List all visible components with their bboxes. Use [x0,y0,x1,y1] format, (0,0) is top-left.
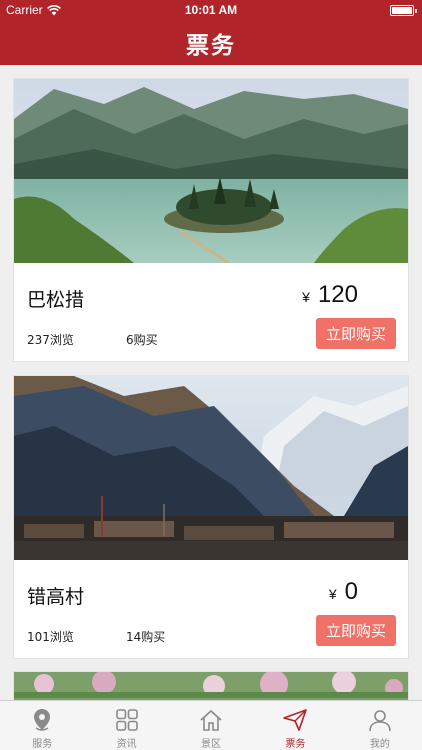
home-icon [200,709,222,731]
mountain-village-photo [14,376,408,560]
user-icon [369,710,391,732]
buy-now-button[interactable]: 立即购买 [316,615,396,646]
currency-symbol: ¥ [328,586,337,602]
tab-label: 票务 [285,739,306,750]
blossom-field-photo [14,672,408,700]
ticket-price: ¥ 0 [329,578,358,606]
tab-label: 服务 [32,739,53,750]
attraction-name: 巴松措 [27,289,85,311]
location-pin-icon [34,709,51,731]
page-title: 票务 [186,33,236,59]
ticket-price: ¥ 120 [302,281,358,309]
status-time: 10:01 AM [184,3,238,17]
paper-plane-icon [283,709,308,731]
top-bar: Carrier 10:01 AM 票务 [0,0,422,65]
currency-symbol: ¥ [302,289,310,305]
grid-icon [115,709,138,731]
price-amount: 120 [317,281,358,308]
purchase-count: 14购买 [126,630,166,644]
status-bar: Carrier 10:01 AM [0,0,422,22]
purchase-count: 6购买 [126,333,158,347]
price-amount: 0 [344,578,358,605]
ticket-card[interactable] [13,671,409,700]
buy-now-button[interactable]: 立即购买 [316,318,396,349]
tab-news[interactable]: 资讯 [84,701,168,750]
attraction-name: 错高村 [27,586,85,608]
ticket-list[interactable]: 巴松措 ¥ 120 237浏览 6购买 立即购买 错高村 ¥ 0 101浏览 1… [0,65,422,700]
view-count: 237浏览 [27,333,74,347]
view-count: 101浏览 [27,630,74,644]
lake-scenery-photo [14,79,408,263]
ticket-card[interactable]: 巴松措 ¥ 120 237浏览 6购买 立即购买 [13,78,409,362]
tab-label: 资讯 [116,739,137,750]
tab-label: 我的 [369,739,390,750]
ticket-card[interactable]: 错高村 ¥ 0 101浏览 14购买 立即购买 [13,375,409,659]
battery-icon [390,5,417,16]
tab-scenic[interactable]: 景区 [169,701,253,750]
tab-bar: 服务 资讯 景区 票务 我的 [0,700,422,750]
tab-label: 景区 [201,739,222,750]
tab-service[interactable]: 服务 [0,701,84,750]
tab-profile[interactable]: 我的 [338,701,422,750]
tab-tickets[interactable]: 票务 [253,701,337,750]
